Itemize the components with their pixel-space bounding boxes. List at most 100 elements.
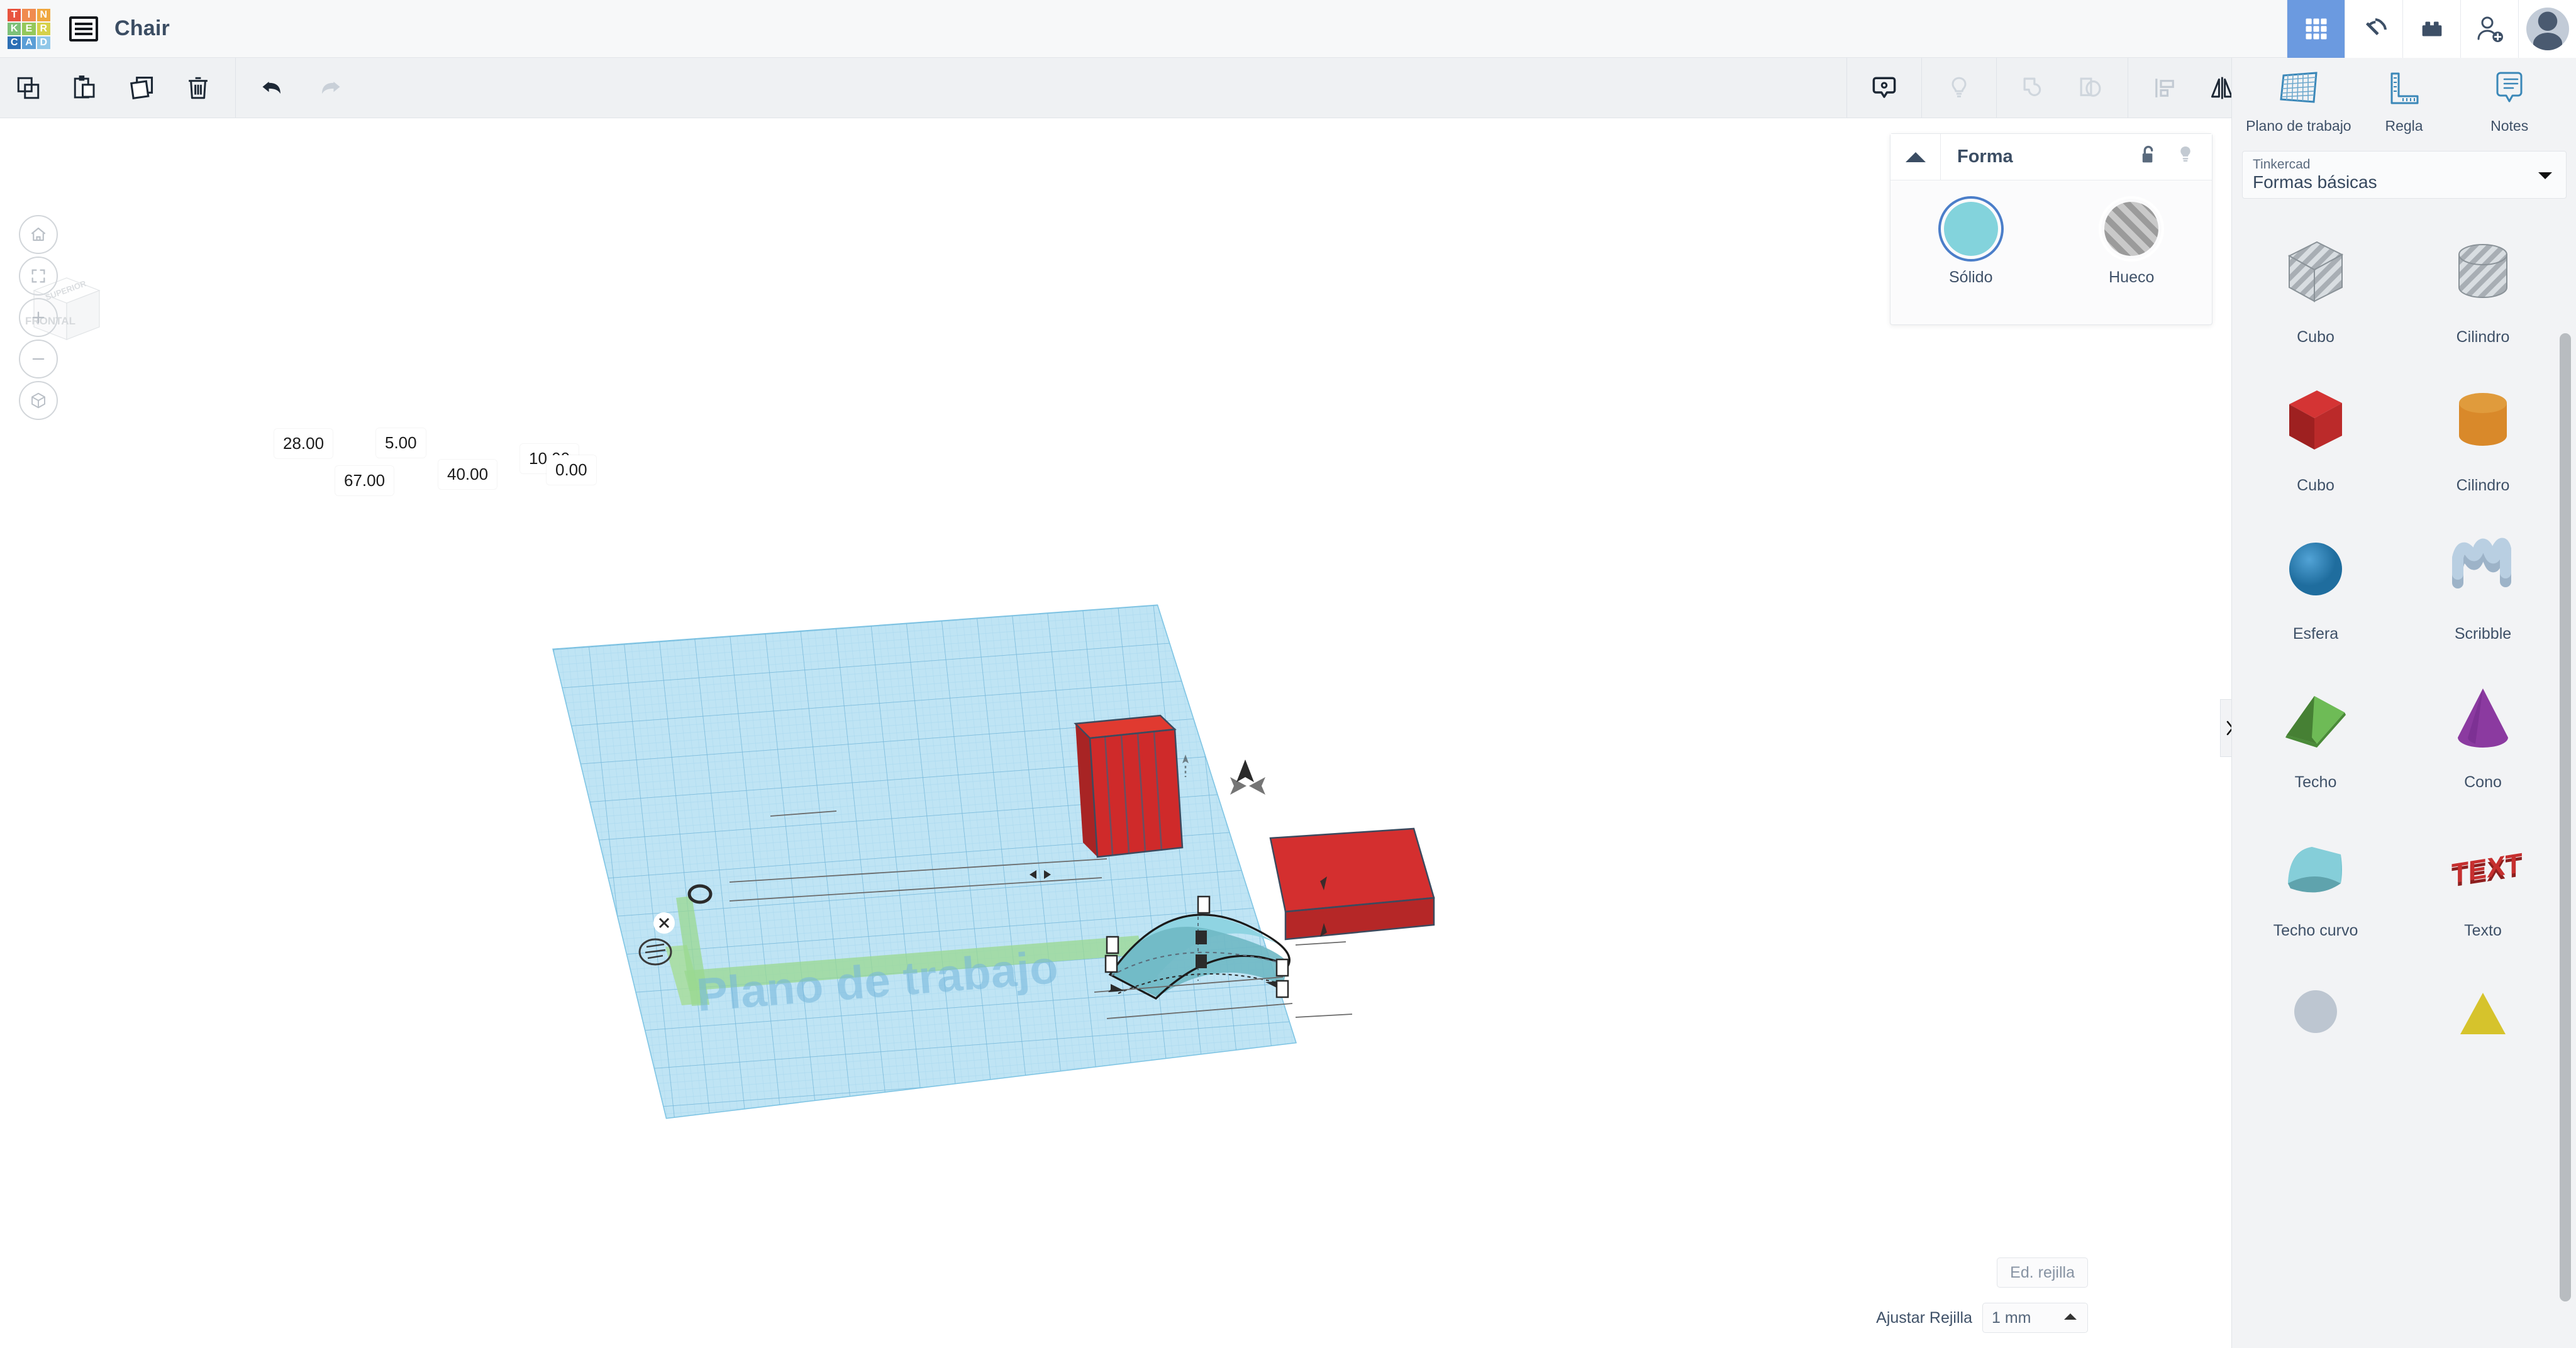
shape-cubo-hole-label: Cubo <box>2297 328 2334 346</box>
note-bubble-icon <box>2489 70 2529 110</box>
forma-panel: Forma Sólido Hueco <box>1890 133 2212 325</box>
triangle-up-icon[interactable] <box>1890 133 1941 180</box>
shape-scribble[interactable]: Scribble <box>2399 522 2567 670</box>
toolbar-divider <box>235 57 236 118</box>
group-icon[interactable] <box>2006 58 2062 118</box>
logo-letter-c: C <box>8 36 21 49</box>
text-icon: TEXT TEXT <box>2436 819 2530 913</box>
snap-grid-row: Ajustar Rejilla 1 mm <box>1876 1303 2088 1333</box>
forma-panel-body: Sólido Hueco <box>1890 180 2212 287</box>
dim-z-position[interactable]: 0.00 <box>547 455 596 485</box>
cylinder-hole-icon <box>2436 225 2530 319</box>
copy-icon[interactable] <box>0 58 57 118</box>
logo-letter-t: T <box>8 9 21 21</box>
roof-icon <box>2268 670 2363 765</box>
top-bar: T I N K E R C A D Chair <box>0 0 2576 58</box>
forma-panel-header: Forma <box>1890 133 2212 180</box>
hole-swatch[interactable]: Hueco <box>2051 202 2212 287</box>
shape-cilindro[interactable]: Cilindro <box>2399 373 2567 522</box>
lightbulb-icon[interactable] <box>2175 143 2196 170</box>
unlock-icon[interactable] <box>2138 143 2159 170</box>
shape-partial-right[interactable] <box>2399 967 2567 1115</box>
duplicate-icon[interactable] <box>113 58 170 118</box>
notes-tool[interactable]: Notes <box>2457 70 2562 146</box>
tinkercad-logo[interactable]: T I N K E R C A D <box>0 0 58 58</box>
shape-cilindro-hole-label: Cilindro <box>2456 328 2510 346</box>
brick-icon[interactable] <box>2402 0 2460 58</box>
shape-partial-left[interactable] <box>2232 967 2399 1115</box>
red-slatted-box <box>1074 714 1184 858</box>
snap-grid-select[interactable]: 1 mm <box>1982 1303 2088 1333</box>
shape-techo-label: Techo <box>2294 773 2337 791</box>
workplane-tool-label: Plano de trabajo <box>2246 118 2351 134</box>
edit-toolbar: Importar Exportar Enviar a <box>0 57 2576 118</box>
shape-techo-curvo[interactable]: Techo curvo <box>2232 819 2399 967</box>
ruler-icon <box>2384 70 2424 110</box>
paste-icon[interactable] <box>57 58 113 118</box>
dim-height[interactable]: 5.00 <box>376 428 426 458</box>
workplane-grid-icon <box>2279 70 2319 110</box>
document-chip: Chair <box>58 0 170 57</box>
undo-icon[interactable] <box>245 58 301 118</box>
shape-techo-curvo-label: Techo curvo <box>2273 922 2358 939</box>
list-icon[interactable] <box>69 16 98 41</box>
sidebar-tool-row: Plano de trabajo Regla Notes <box>2232 58 2576 151</box>
sidebar-scrollbar[interactable] <box>2553 314 2576 1320</box>
shape-cilindro-label: Cilindro <box>2456 477 2510 494</box>
shape-collection-select[interactable]: Tinkercad Formas básicas <box>2242 151 2567 199</box>
avatar[interactable] <box>2518 0 2576 58</box>
shape-grid: Cubo Cilindro Cubo Cilindro Esfera Scrib… <box>2232 206 2567 1262</box>
add-user-icon[interactable] <box>2460 0 2518 58</box>
tinkercad-editor: T I N K E R C A D Chair SUPERIOR FRONTAL… <box>0 0 2576 1348</box>
logo-letter-a: A <box>22 36 36 49</box>
pickaxe-icon[interactable] <box>2345 0 2402 58</box>
solid-swatch[interactable]: Sólido <box>1890 202 2051 287</box>
triangle-up-icon <box>2063 1312 2077 1324</box>
shapes-sidebar: Plano de trabajo Regla Notes Tinkercad F… <box>2231 58 2576 1348</box>
grid-controls: Ed. rejilla Ajustar Rejilla 1 mm <box>1755 1257 2220 1333</box>
scribble-icon <box>2436 522 2530 616</box>
shape-cono-label: Cono <box>2464 773 2502 791</box>
logo-letter-i: I <box>22 9 36 21</box>
logo-letter-d: D <box>36 36 50 49</box>
workplane: Plano de trabajo <box>552 604 1297 1119</box>
shape-texto-label: Texto <box>2464 922 2502 939</box>
shape-texto[interactable]: TEXT TEXT Texto <box>2399 819 2567 967</box>
logo-letter-r: R <box>36 23 50 35</box>
align-icon[interactable] <box>2137 58 2194 118</box>
logo-letter-n: N <box>36 9 50 21</box>
document-title[interactable]: Chair <box>114 16 170 41</box>
dim-y-offset[interactable]: 28.00 <box>274 429 333 458</box>
logo-letter-k: K <box>8 23 21 35</box>
edit-grid-button[interactable]: Ed. rejilla <box>1997 1257 2088 1288</box>
forma-panel-title: Forma <box>1957 146 2013 167</box>
hole-swatch-label: Hueco <box>2109 268 2155 286</box>
shape-cilindro-hole[interactable]: Cilindro <box>2399 225 2567 373</box>
lightbulb-icon[interactable] <box>1931 58 1987 118</box>
shape-cubo-hole[interactable]: Cubo <box>2232 225 2399 373</box>
sidebar-scrollbar-thumb[interactable] <box>2560 333 2571 1301</box>
grid-icon[interactable] <box>2287 0 2345 58</box>
cone-icon <box>2436 670 2530 765</box>
ungroup-icon[interactable] <box>2062 58 2119 118</box>
chevron-down-icon <box>2537 170 2553 184</box>
workplane-tool[interactable]: Plano de trabajo <box>2246 70 2351 146</box>
toolbar-divider-3 <box>1921 57 1922 118</box>
shape-esfera[interactable]: Esfera <box>2232 522 2399 670</box>
solid-swatch-label: Sólido <box>1949 268 1993 286</box>
shape-cubo-label: Cubo <box>2297 477 2334 494</box>
note-icon[interactable] <box>1856 58 1913 118</box>
curved-roof-icon <box>2268 819 2363 913</box>
redo-icon[interactable] <box>301 58 358 118</box>
toolbar-divider-2 <box>1846 57 1847 118</box>
dim-x-offset[interactable]: 67.00 <box>335 466 394 495</box>
ruler-tool[interactable]: Regla <box>2351 70 2457 146</box>
shape-cubo[interactable]: Cubo <box>2232 373 2399 522</box>
shape-cono[interactable]: Cono <box>2399 670 2567 819</box>
shape-scribble-label: Scribble <box>2454 625 2512 643</box>
snap-grid-value: 1 mm <box>1992 1308 2031 1327</box>
cylinder-icon <box>2436 373 2530 468</box>
delete-icon[interactable] <box>170 58 226 118</box>
shape-techo[interactable]: Techo <box>2232 670 2399 819</box>
dim-width[interactable]: 40.00 <box>438 460 497 489</box>
